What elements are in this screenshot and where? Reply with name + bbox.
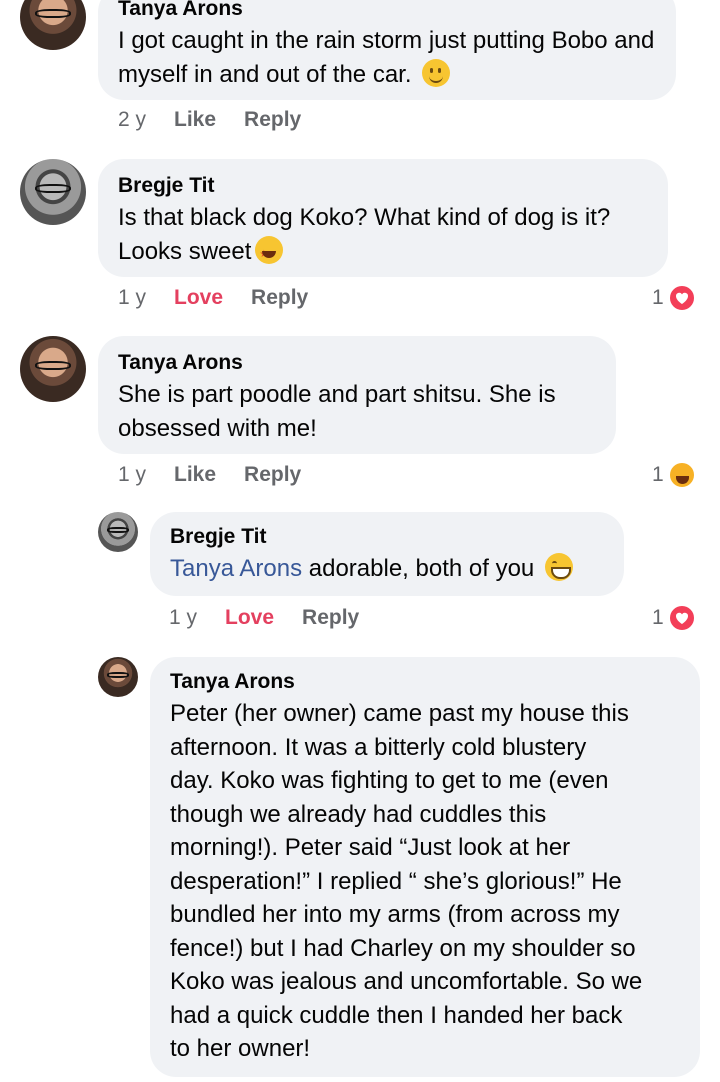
reply-button[interactable]: Reply [302, 606, 359, 630]
comment-line: morning!). Peter said “Just look at her [170, 834, 571, 861]
comment-line: bundled her into my arms (from across my [170, 901, 620, 928]
comment-line: Peter (her owner) came past my house thi… [170, 700, 629, 727]
haha-icon [667, 461, 696, 489]
reaction-count: 1 [652, 606, 664, 629]
star-struck-emoji [255, 235, 284, 271]
comment-line: fence!) but I had Charley on my shoulder… [170, 934, 636, 962]
avatar[interactable] [98, 657, 138, 697]
like-button[interactable]: Like [174, 108, 216, 132]
avatar[interactable] [20, 336, 86, 402]
comment-line: desperation!” I replied “ she’s glorious… [170, 867, 622, 895]
comment-text-body: adorable, both of you [302, 555, 535, 582]
comment-line: day. Koko was fighting to get to me (eve… [170, 767, 609, 794]
comment-3: Tanya Arons She is part poodle and part … [0, 332, 720, 502]
reaction-summary[interactable]: 1 [652, 461, 696, 489]
comment-text-body: Is that black dog Koko? What kind of dog… [118, 204, 611, 265]
comment-author[interactable]: Tanya Arons [118, 350, 596, 376]
comment-timestamp[interactable]: 1 y [169, 606, 197, 630]
glasses-decoration [34, 361, 72, 371]
reply-button[interactable]: Reply [244, 463, 301, 487]
comment-4: Bregje Tit Tanya Arons adorable, both of… [0, 510, 720, 645]
love-button[interactable]: Love [225, 606, 274, 630]
mention-link[interactable]: Tanya Arons [170, 555, 302, 582]
comment-author[interactable]: Bregje Tit [170, 524, 604, 550]
comment-timestamp[interactable]: 1 y [118, 463, 146, 487]
comment-author[interactable]: Bregje Tit [118, 173, 648, 199]
heart-icon [667, 604, 696, 632]
comment-text: Tanya Arons adorable, both of you [170, 552, 604, 586]
comment-meta: 1 y Love Reply [118, 286, 308, 310]
comment-line: to her owner! [170, 1035, 311, 1062]
comment-text: Is that black dog Koko? What kind of dog… [118, 201, 648, 271]
reply-button[interactable]: Reply [244, 108, 301, 132]
comment-5: Tanya Arons Peter (her owner) came past … [0, 655, 720, 1082]
avatar[interactable] [98, 512, 138, 552]
reaction-count: 1 [652, 286, 664, 309]
comment-bubble: Bregje Tit Tanya Arons adorable, both of… [150, 512, 624, 596]
avatar[interactable] [20, 0, 86, 50]
comment-text: I got caught in the rain storm just putt… [118, 24, 656, 91]
comment-bubble: Tanya Arons I got caught in the rain sto… [98, 0, 676, 100]
comment-timestamp[interactable]: 1 y [118, 286, 146, 310]
comment-meta: 1 y Love Reply [169, 606, 359, 630]
comment-1: Tanya Arons I got caught in the rain sto… [0, 0, 720, 150]
comment-bubble: Tanya Arons She is part poodle and part … [98, 336, 616, 454]
comment-text: She is part poodle and part shitsu. She … [118, 381, 556, 442]
glasses-decoration [34, 9, 72, 19]
glasses-decoration [34, 184, 72, 194]
heart-icon [667, 284, 696, 312]
comment-bubble: Tanya Arons Peter (her owner) came past … [150, 657, 700, 1077]
reply-button[interactable]: Reply [251, 286, 308, 310]
avatar[interactable] [20, 159, 86, 225]
comment-meta: 2 y Like Reply [118, 108, 301, 132]
comment-text-body: I got caught in the rain storm just putt… [118, 27, 655, 88]
comment-line: Koko was jealous and uncomfortable. So w… [170, 968, 643, 995]
grinning-face-emoji [544, 553, 573, 581]
glasses-decoration [106, 527, 130, 533]
comment-line: though we already had cuddles this [170, 800, 547, 828]
slightly-smiling-face-emoji [422, 58, 451, 87]
love-button[interactable]: Love [174, 286, 223, 310]
reaction-count: 1 [652, 463, 664, 486]
comment-2: Bregje Tit Is that black dog Koko? What … [0, 155, 720, 325]
comment-author[interactable]: Tanya Arons [170, 669, 680, 695]
comment-timestamp[interactable]: 2 y [118, 108, 146, 132]
comment-line: afternoon. It was a bitterly cold bluste… [170, 733, 587, 761]
comment-author[interactable]: Tanya Arons [118, 0, 656, 22]
comment-bubble: Bregje Tit Is that black dog Koko? What … [98, 159, 668, 277]
comment-text: Peter (her owner) came past my house thi… [170, 697, 680, 1066]
comment-meta: 1 y Like Reply [118, 463, 301, 487]
comment-line: had a quick cuddle then I handed her bac… [170, 1001, 623, 1029]
glasses-decoration [106, 672, 130, 678]
like-button[interactable]: Like [174, 463, 216, 487]
reaction-summary[interactable]: 1 [652, 604, 696, 632]
reaction-summary[interactable]: 1 [652, 284, 696, 312]
